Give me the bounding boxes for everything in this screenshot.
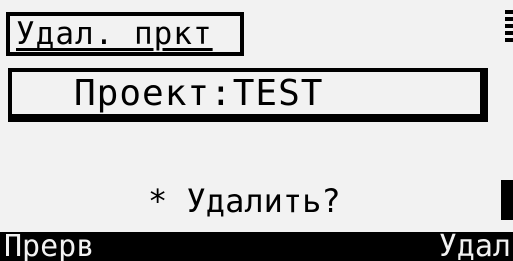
screen-title-box: Удал. пркт bbox=[6, 12, 244, 56]
scroll-indicator-right bbox=[501, 180, 513, 220]
delete-softkey[interactable]: Удал bbox=[439, 232, 511, 261]
project-field[interactable]: Проект:TEST bbox=[8, 68, 488, 122]
project-field-text: Проект:TEST bbox=[74, 72, 324, 114]
delete-confirm-prompt: * Удалить? bbox=[148, 182, 341, 220]
screen-title: Удал. пркт bbox=[16, 16, 213, 52]
abort-softkey[interactable]: Прерв bbox=[4, 232, 94, 261]
scroll-indicator-top bbox=[505, 10, 513, 44]
softkey-bar: Прерв Удал bbox=[0, 232, 513, 261]
